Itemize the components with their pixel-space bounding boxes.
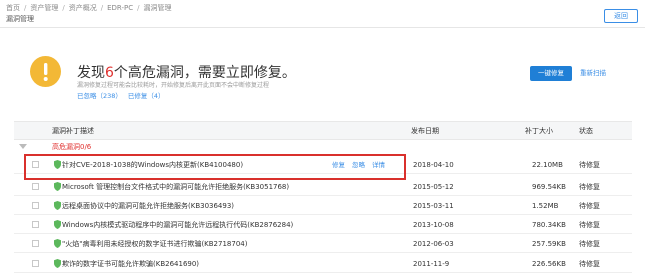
header-patch-size: 补丁大小 [525, 127, 553, 135]
header-release-date: 发布日期 [411, 127, 439, 135]
highlight-box [24, 154, 406, 180]
patch-name: "火焰"病毒利用未经授权的数字证书进行欺骗(KB2718704) [62, 240, 248, 248]
shield-icon [54, 259, 61, 268]
vulnerability-count: 6 [105, 65, 114, 81]
shield-icon [54, 220, 61, 229]
breadcrumb-current: 漏洞管理 [143, 4, 172, 12]
summary-links: 已忽略（238） 已修复（4） [77, 92, 171, 101]
shield-icon [54, 182, 61, 191]
table-row[interactable]: "火焰"病毒利用未经授权的数字证书进行欺骗(KB2718704) 2012-06… [14, 235, 632, 253]
release-date: 2011-11-9 [413, 260, 450, 268]
release-date: 2018-04-10 [413, 161, 454, 169]
release-date: 2012-06-03 [413, 240, 454, 248]
patch-size: 257.59KB [532, 240, 566, 248]
row-checkbox[interactable] [32, 221, 39, 228]
patch-name: Windows内核模式驱动程序中的漏洞可能允许远程执行代码(KB2876284) [62, 221, 294, 229]
page-title: 漏洞管理 [6, 15, 34, 23]
patch-size: 226.56KB [532, 260, 566, 268]
group-label: 高危漏洞0/6 [52, 143, 92, 151]
top-bar: 首页 / 资产管理 / 资产概况 / EDR-PC / 漏洞管理 漏洞管理 返回 [0, 0, 645, 28]
patch-size: 780.34KB [532, 221, 566, 229]
release-date: 2015-03-11 [413, 202, 454, 210]
patch-status: 待修复 [579, 161, 600, 169]
patch-name: 远程桌面协议中的漏洞可能允许拒绝服务(KB3036493) [62, 202, 235, 210]
patch-status: 待修复 [579, 221, 600, 229]
breadcrumb-asset-overview[interactable]: 资产概况 [69, 4, 97, 13]
back-button[interactable]: 返回 [604, 9, 638, 23]
high-risk-group[interactable]: 高危漏洞0/6 [14, 140, 632, 155]
breadcrumb-separator: / [137, 4, 140, 12]
patch-name: Microsoft 管理控制台文件格式中的漏洞可能允许拒绝服务(KB305176… [62, 183, 290, 191]
breadcrumb: 首页 / 资产管理 / 资产概况 / EDR-PC / 漏洞管理 [6, 4, 171, 13]
shield-icon [54, 201, 61, 210]
fixed-link[interactable]: 已修复（4） [128, 92, 165, 100]
shield-icon [54, 239, 61, 248]
row-checkbox[interactable] [32, 240, 39, 247]
row-checkbox[interactable] [32, 183, 39, 190]
ignored-link[interactable]: 已忽略（238） [77, 92, 122, 100]
patch-status: 待修复 [579, 183, 600, 191]
release-date: 2015-05-12 [413, 183, 454, 191]
breadcrumb-separator: / [62, 4, 65, 12]
breadcrumb-host[interactable]: EDR-PC [107, 4, 133, 13]
patch-size: 22.10MB [532, 161, 563, 169]
row-checkbox[interactable] [32, 260, 39, 267]
headline-suffix: 个高危漏洞，需要立即修复。 [113, 65, 296, 81]
patch-size: 969.54KB [532, 183, 566, 191]
breadcrumb-asset-management[interactable]: 资产管理 [30, 4, 58, 13]
patch-status: 待修复 [579, 260, 600, 268]
patch-status: 待修复 [579, 202, 600, 210]
repair-note: 漏洞修复过程可能会比较耗时，开始修复后离开此页面不会中断修复过程 [77, 82, 270, 89]
header-description: 漏洞补丁描述 [52, 127, 94, 135]
patch-name: 欺诈的数字证书可能允许欺骗(KB2641690) [62, 260, 200, 268]
table-row[interactable]: Microsoft 管理控制台文件格式中的漏洞可能允许拒绝服务(KB305176… [14, 178, 632, 196]
breadcrumb-home[interactable]: 首页 [6, 4, 20, 13]
fix-all-button[interactable]: 一键修复 [530, 66, 572, 81]
patch-status: 待修复 [579, 240, 600, 248]
warning-icon [30, 56, 61, 87]
vulnerability-headline: 发现6个高危漏洞，需要立即修复。 [77, 65, 296, 81]
row-checkbox[interactable] [32, 202, 39, 209]
expand-arrow-icon[interactable] [19, 144, 27, 149]
header-status: 状态 [579, 127, 593, 135]
patch-size: 1.52MB [532, 202, 559, 210]
breadcrumb-separator: / [100, 4, 104, 12]
breadcrumb-separator: / [24, 4, 27, 12]
rescan-link[interactable]: 重新扫描 [580, 68, 606, 78]
table-row[interactable]: 远程桌面协议中的漏洞可能允许拒绝服务(KB3036493) 2015-03-11… [14, 197, 632, 215]
table-row[interactable]: 欺诈的数字证书可能允许欺骗(KB2641690) 2011-11-9 226.5… [14, 255, 632, 273]
table-header: 漏洞补丁描述 发布日期 补丁大小 状态 [14, 121, 632, 140]
table-row[interactable]: Windows内核模式驱动程序中的漏洞可能允许远程执行代码(KB2876284)… [14, 216, 632, 234]
release-date: 2013-10-08 [413, 221, 454, 229]
headline-prefix: 发现 [77, 65, 105, 81]
